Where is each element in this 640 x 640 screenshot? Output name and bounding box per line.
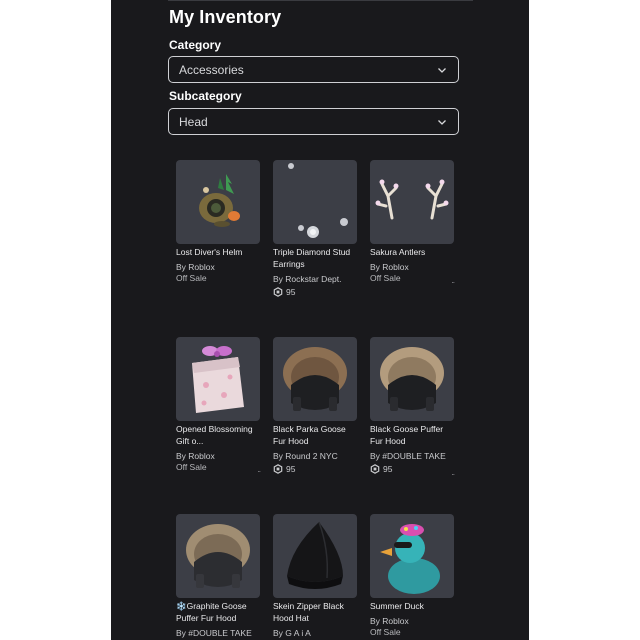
inventory-item-black-parka-goose-fur-hood[interactable]: Black Parka Goose Fur Hood By Round 2 NY… [273, 337, 357, 475]
item-creator: By Round 2 NYC [273, 451, 338, 461]
category-label: Category [169, 38, 222, 52]
item-price: 95 [273, 463, 357, 475]
item-creator: By Roblox [370, 262, 409, 272]
inventory-item-opened-blossoming-gift[interactable]: Opened Blossoming Gift o... By Roblox Of… [176, 337, 262, 475]
item-thumbnail [176, 160, 260, 244]
item-name: Black Parka Goose Fur Hood [273, 424, 346, 446]
top-divider [168, 0, 473, 1]
inventory-item-triple-diamond-stud-earrings[interactable]: Triple Diamond Stud Earrings By Rockstar… [273, 160, 357, 298]
item-creator: By Roblox [176, 451, 215, 461]
item-thumbnail [176, 514, 260, 598]
subcategory-label: Subcategory [169, 89, 242, 103]
item-price-value: 95 [286, 287, 296, 297]
item-creator: By Rockstar Dept. [273, 274, 342, 284]
item-thumbnail [370, 337, 454, 421]
chevron-down-icon [436, 64, 448, 76]
inventory-item-graphite-goose-puffer-fur-hood[interactable]: ❄️Graphite Goose Puffer Fur Hood By #DOU… [176, 514, 260, 639]
item-name: Opened Blossoming Gift o... [176, 424, 253, 446]
page-title: My Inventory [169, 7, 282, 27]
robux-icon [370, 464, 380, 474]
robux-icon [273, 464, 283, 474]
inventory-item-summer-duck[interactable]: Summer Duck By Roblox Off Sale [370, 514, 454, 638]
item-creator: By #DOUBLE TAKE [370, 451, 446, 461]
item-status: Off Sale.. [370, 273, 456, 286]
inventory-item-lost-divers-helm[interactable]: Lost Diver's Helm By Roblox Off Sale [176, 160, 260, 284]
inventory-item-skein-zipper-black-hood-hat[interactable]: Skein Zipper Black Hood Hat By G A i A [273, 514, 357, 639]
item-price-value: 95 [286, 464, 296, 474]
item-status: Off Sale [370, 627, 401, 637]
inventory-screen: My Inventory Category Accessories Subcat… [111, 0, 529, 640]
item-thumbnail [176, 337, 260, 421]
category-dropdown[interactable]: Accessories [168, 56, 459, 83]
item-thumbnail [273, 337, 357, 421]
subcategory-value: Head [179, 114, 208, 129]
item-creator: By G A i A [273, 628, 311, 638]
item-name: ❄️Graphite Goose Puffer Fur Hood [176, 601, 247, 623]
robux-icon [273, 287, 283, 297]
more-icon[interactable]: .. [452, 467, 456, 479]
item-thumbnail [370, 514, 454, 598]
more-icon[interactable]: .. [452, 275, 456, 286]
item-creator: By Roblox [370, 616, 409, 626]
item-status: Off Sale [176, 273, 207, 283]
item-price-value: 95 [383, 464, 393, 474]
subcategory-dropdown[interactable]: Head [168, 108, 459, 135]
item-name: Sakura Antlers [370, 247, 426, 257]
item-name: Summer Duck [370, 601, 424, 611]
item-status-text: Off Sale [370, 273, 401, 283]
inventory-item-sakura-antlers[interactable]: Sakura Antlers By Roblox Off Sale.. [370, 160, 456, 286]
category-value: Accessories [179, 62, 244, 77]
item-status: Off Sale.. [176, 462, 262, 475]
item-thumbnail [370, 160, 454, 244]
item-price: 95 .. [370, 463, 455, 477]
item-creator: By Roblox [176, 262, 215, 272]
item-price: 95 [273, 286, 357, 298]
item-name: Triple Diamond Stud Earrings [273, 247, 351, 269]
more-icon[interactable]: .. [258, 464, 262, 475]
item-thumbnail [273, 514, 357, 598]
item-name: Lost Diver's Helm [176, 247, 243, 257]
chevron-down-icon [436, 116, 448, 128]
item-name: Black Goose Puffer Fur Hood [370, 424, 444, 446]
item-status-text: Off Sale [176, 462, 207, 472]
item-name: Skein Zipper Black Hood Hat [273, 601, 344, 623]
item-thumbnail [273, 160, 357, 244]
item-creator: By #DOUBLE TAKE [176, 628, 252, 638]
inventory-item-black-goose-puffer-fur-hood[interactable]: Black Goose Puffer Fur Hood By #DOUBLE T… [370, 337, 455, 477]
